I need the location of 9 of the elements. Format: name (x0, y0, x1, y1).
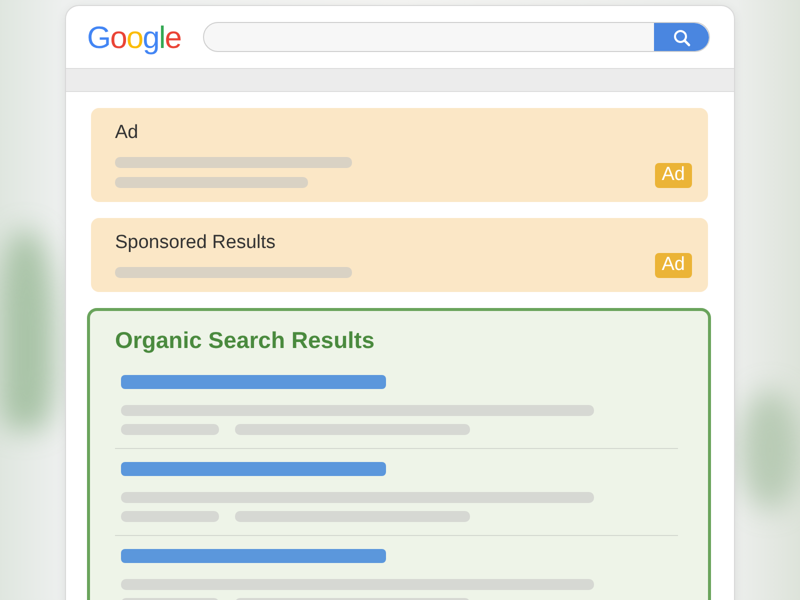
section-title: Organic Search Results (115, 326, 376, 354)
search-button[interactable] (654, 23, 709, 51)
ad-title: Sponsored Results (115, 232, 277, 255)
ad-badge: Ad (654, 163, 692, 188)
search-field[interactable] (203, 22, 710, 52)
logo: Google (87, 22, 182, 52)
ad-badge: Ad (654, 252, 692, 278)
search-icon (672, 29, 690, 47)
ad-title: Ad (115, 122, 140, 145)
